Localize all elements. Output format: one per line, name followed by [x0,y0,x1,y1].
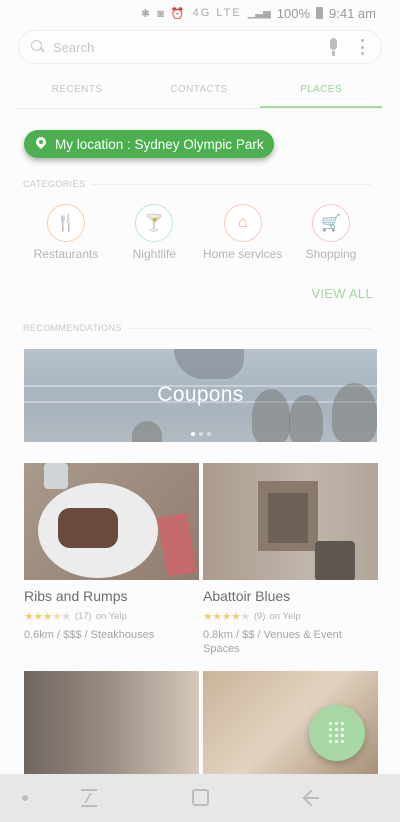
place-card-ribs-and-rumps[interactable]: Ribs and Rumps ★★★★★ (17) on Yelp 0.6km … [24,463,199,642]
place-photo [24,463,199,580]
place-meta: 0.8km / $$ / Venues & Event Spaces [203,629,342,655]
cart-icon: 🛒 [311,204,350,242]
categories-header: CATEGORIES [23,179,371,189]
my-location-chip[interactable]: My location : Sydney Olympic Park [24,130,274,158]
dialpad-button[interactable] [309,705,365,761]
category-label: Home services [202,247,283,261]
category-nightlife[interactable]: 🍸 Nightlife [114,204,194,261]
nav-dot-icon[interactable] [22,795,28,801]
signal-icon: ▁▃▅ [247,7,271,19]
recents-icon[interactable] [81,789,97,807]
battery-icon [316,7,324,19]
star-rating-icon: ★★★★★ [203,611,250,623]
network-indicator: 4G LTE [192,7,242,19]
review-count: (17) [74,611,92,622]
place-photo [24,671,199,774]
banner-page-indicator [190,432,211,436]
place-rating: ★★★★★ (9) on Yelp [203,610,378,623]
page-dot [198,432,203,436]
category-shopping[interactable]: 🛒 Shopping [291,204,371,261]
recommendations-header: RECOMMENDATIONS [23,323,371,333]
dialpad-icon [329,722,345,744]
location-pin-icon [36,137,46,151]
category-list: 🍴 Restaurants 🍸 Nightlife ⌂ Home service… [26,204,371,261]
house-icon: ⌂ [223,204,262,242]
place-rating: ★★★★★ (17) on Yelp [24,610,199,623]
divider [127,327,371,329]
coupons-banner[interactable]: Coupons [24,349,377,442]
microphone-icon[interactable] [327,38,339,56]
review-source: on Yelp [95,611,127,622]
view-all-button[interactable]: VIEW ALL [311,286,373,301]
chair-image [315,541,355,580]
back-icon[interactable] [303,790,319,806]
place-card-partial[interactable] [24,671,199,774]
fork-knife-icon: 🍴 [47,204,85,242]
cocktail-icon: 🍸 [135,204,174,242]
recommendations-title: RECOMMENDATIONS [23,323,122,333]
category-label: Nightlife [132,247,176,261]
search-icon [29,38,47,56]
tab-places[interactable]: PLACES [260,78,382,108]
whale-image [174,349,244,379]
ribs-image [58,508,118,548]
tab-bar: RECENTS CONTACTS PLACES [16,78,382,109]
person-image [132,421,162,442]
page-dot [190,432,195,436]
clock: 9:41 am [329,5,376,21]
page-dot [206,432,211,436]
system-nav-bar [0,774,400,822]
category-label: Shopping [305,247,357,261]
place-meta: 0.6km / $$$ / Steakhouses [24,629,155,641]
place-card-abattoir-blues[interactable]: Abattoir Blues ★★★★★ (9) on Yelp 0.8km /… [203,463,378,656]
coupons-label: Coupons [157,383,244,406]
place-name: Abattoir Blues [203,588,291,604]
status-icons: ✱ ◙ ⏰ [140,7,187,20]
place-photo [203,463,378,580]
more-options-icon[interactable] [359,39,365,55]
status-bar: ✱ ◙ ⏰ 4G LTE ▁▃▅ 100% 9:41 am [0,0,400,26]
battery-percent: 100% [276,5,311,21]
star-rating-icon: ★★★★★ [24,611,71,623]
category-restaurants[interactable]: 🍴 Restaurants [26,204,106,261]
categories-title: CATEGORIES [23,179,86,189]
category-label: Restaurants [33,247,99,261]
search-bar[interactable] [18,30,382,64]
divider [91,183,371,185]
fireplace-opening-image [268,493,308,543]
contacts-app-screen: ✱ ◙ ⏰ 4G LTE ▁▃▅ 100% 9:41 am RECENTS CO… [0,0,400,822]
glass-image [44,463,68,489]
review-source: on Yelp [269,611,301,622]
category-home-services[interactable]: ⌂ Home services [203,204,283,261]
review-count: (9) [253,611,266,622]
search-input[interactable] [53,39,327,55]
home-icon[interactable] [192,789,209,806]
place-name: Ribs and Rumps [24,588,128,604]
tab-contacts[interactable]: CONTACTS [138,78,260,108]
tab-recents[interactable]: RECENTS [16,78,138,108]
my-location-label: My location : Sydney Olympic Park [55,136,264,152]
